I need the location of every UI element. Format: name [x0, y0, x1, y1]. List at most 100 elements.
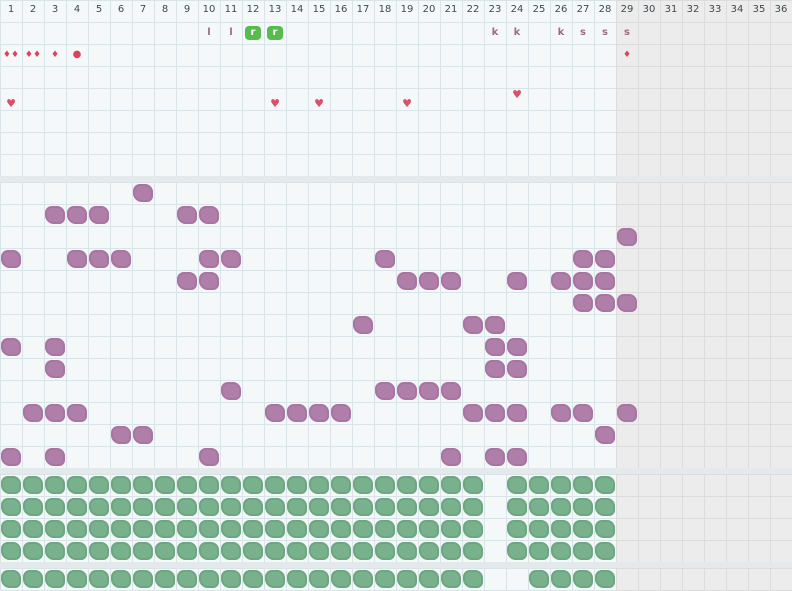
habit-marker[interactable]: [507, 498, 527, 516]
day-number[interactable]: 18: [374, 4, 396, 15]
symptom-marker[interactable]: [111, 250, 131, 268]
day-number[interactable]: 20: [418, 4, 440, 15]
habit-marker[interactable]: [45, 476, 65, 494]
habit-marker[interactable]: [463, 520, 483, 538]
habit-marker[interactable]: [89, 476, 109, 494]
habit-marker[interactable]: [133, 498, 153, 516]
symptom-marker[interactable]: [375, 250, 395, 268]
habit-marker[interactable]: [1, 476, 21, 494]
symptom-marker[interactable]: [23, 404, 43, 422]
day-number[interactable]: 3: [44, 4, 66, 15]
habit-marker[interactable]: [353, 520, 373, 538]
habit-marker[interactable]: [573, 476, 593, 494]
symptom-marker[interactable]: [485, 360, 505, 378]
symptom-marker[interactable]: [45, 206, 65, 224]
day-number[interactable]: 24: [506, 4, 528, 15]
symptom-marker[interactable]: [507, 404, 527, 422]
habit-marker[interactable]: [243, 498, 263, 516]
habit-marker[interactable]: [331, 542, 351, 560]
habit-marker[interactable]: [45, 498, 65, 516]
habit-marker[interactable]: [331, 570, 351, 588]
day-number[interactable]: 6: [110, 4, 132, 15]
symptom-marker[interactable]: [67, 404, 87, 422]
day-number[interactable]: 11: [220, 4, 242, 15]
habit-marker[interactable]: [67, 520, 87, 538]
habit-marker[interactable]: [1, 570, 21, 588]
habit-marker[interactable]: [595, 498, 615, 516]
day-number[interactable]: 2: [22, 4, 44, 15]
habit-marker[interactable]: [309, 476, 329, 494]
habit-marker[interactable]: [89, 520, 109, 538]
habit-marker[interactable]: [177, 570, 197, 588]
symptom-marker[interactable]: [221, 382, 241, 400]
symptom-marker[interactable]: [45, 360, 65, 378]
symptom-marker[interactable]: [287, 404, 307, 422]
habit-marker[interactable]: [265, 542, 285, 560]
habit-marker[interactable]: [353, 542, 373, 560]
day-number[interactable]: 16: [330, 4, 352, 15]
habit-marker[interactable]: [375, 520, 395, 538]
habit-marker[interactable]: [199, 542, 219, 560]
day-number[interactable]: 28: [594, 4, 616, 15]
habit-marker[interactable]: [397, 476, 417, 494]
habit-marker[interactable]: [573, 542, 593, 560]
day-number[interactable]: 23: [484, 4, 506, 15]
habit-marker[interactable]: [287, 570, 307, 588]
symptom-marker[interactable]: [551, 404, 571, 422]
day-number[interactable]: 27: [572, 4, 594, 15]
habit-marker[interactable]: [331, 498, 351, 516]
habit-marker[interactable]: [89, 542, 109, 560]
habit-marker[interactable]: [287, 498, 307, 516]
day-number[interactable]: 17: [352, 4, 374, 15]
habit-marker[interactable]: [353, 476, 373, 494]
habit-marker[interactable]: [177, 476, 197, 494]
habit-marker[interactable]: [529, 520, 549, 538]
symptom-marker[interactable]: [573, 404, 593, 422]
habit-marker[interactable]: [309, 520, 329, 538]
day-number[interactable]: 8: [154, 4, 176, 15]
habit-marker[interactable]: [507, 476, 527, 494]
symptom-marker[interactable]: [397, 272, 417, 290]
symptom-marker[interactable]: [463, 316, 483, 334]
habit-marker[interactable]: [243, 542, 263, 560]
day-number[interactable]: 31: [660, 4, 682, 15]
symptom-marker[interactable]: [507, 448, 527, 466]
symptom-marker[interactable]: [617, 294, 637, 312]
symptom-marker[interactable]: [89, 250, 109, 268]
habit-marker[interactable]: [551, 542, 571, 560]
habit-marker[interactable]: [111, 498, 131, 516]
habit-marker[interactable]: [397, 498, 417, 516]
habit-marker[interactable]: [45, 542, 65, 560]
habit-marker[interactable]: [595, 476, 615, 494]
habit-marker[interactable]: [1, 498, 21, 516]
habit-marker[interactable]: [331, 476, 351, 494]
habit-marker[interactable]: [265, 476, 285, 494]
habit-marker[interactable]: [67, 570, 87, 588]
symptom-marker[interactable]: [67, 206, 87, 224]
habit-marker[interactable]: [243, 476, 263, 494]
habit-marker[interactable]: [463, 570, 483, 588]
day-number[interactable]: 21: [440, 4, 462, 15]
habit-marker[interactable]: [595, 520, 615, 538]
habit-marker[interactable]: [507, 520, 527, 538]
habit-marker[interactable]: [265, 498, 285, 516]
habit-marker[interactable]: [463, 498, 483, 516]
day-number[interactable]: 30: [638, 4, 660, 15]
habit-marker[interactable]: [155, 520, 175, 538]
day-number[interactable]: 35: [748, 4, 770, 15]
day-number[interactable]: 7: [132, 4, 154, 15]
habit-marker[interactable]: [397, 570, 417, 588]
day-number[interactable]: 9: [176, 4, 198, 15]
habit-marker[interactable]: [353, 570, 373, 588]
symptom-marker[interactable]: [441, 382, 461, 400]
day-number[interactable]: 26: [550, 4, 572, 15]
habit-marker[interactable]: [551, 520, 571, 538]
symptom-marker[interactable]: [67, 250, 87, 268]
habit-marker[interactable]: [67, 476, 87, 494]
habit-marker[interactable]: [221, 520, 241, 538]
symptom-marker[interactable]: [45, 338, 65, 356]
symptom-marker[interactable]: [177, 272, 197, 290]
habit-marker[interactable]: [133, 542, 153, 560]
habit-marker[interactable]: [529, 476, 549, 494]
habit-marker[interactable]: [155, 542, 175, 560]
